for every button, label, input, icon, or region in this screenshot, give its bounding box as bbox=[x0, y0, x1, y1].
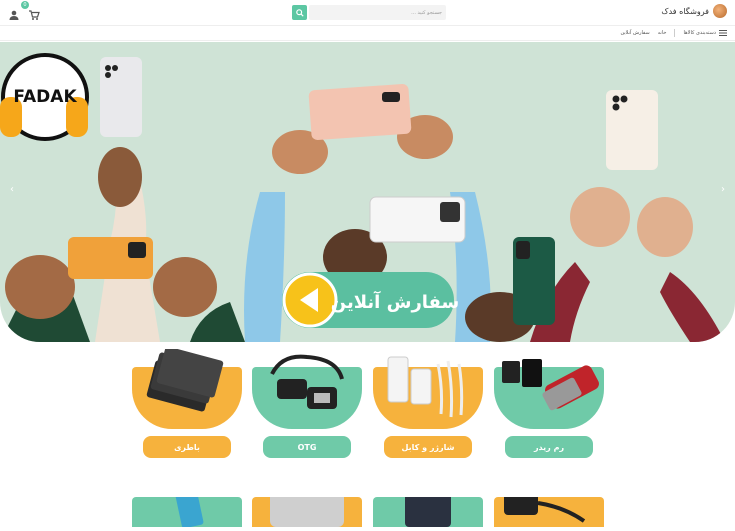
hero-banner[interactable]: FADAK سفارش آنلاین ‹ › bbox=[0, 42, 735, 342]
categories-menu[interactable]: دسته‌بندی کالاها bbox=[683, 30, 727, 36]
store-logo-icon bbox=[713, 4, 727, 18]
category-label-charger-cable[interactable]: شارژر و کابل bbox=[384, 436, 472, 458]
categories-label: دسته‌بندی کالاها bbox=[683, 30, 716, 36]
ram-reader-image bbox=[502, 359, 599, 411]
menu-icon bbox=[719, 30, 727, 36]
nav-online-order-link[interactable]: سفارش آنلاین bbox=[620, 30, 649, 36]
category-card-ram-reader[interactable] bbox=[494, 349, 604, 429]
row2-product-image bbox=[504, 491, 586, 523]
cart-button[interactable] bbox=[28, 6, 40, 20]
category-card-otg[interactable] bbox=[252, 349, 362, 429]
category-card-row2-4[interactable] bbox=[132, 475, 242, 529]
user-icon bbox=[9, 10, 19, 20]
banner-illustration: FADAK سفارش آنلاین bbox=[0, 53, 725, 342]
category-label-otg[interactable]: OTG bbox=[263, 436, 351, 458]
banner-prev-icon[interactable]: ‹ bbox=[10, 184, 14, 195]
battery-image bbox=[146, 349, 224, 412]
cart-icon bbox=[29, 10, 40, 20]
search-input[interactable] bbox=[309, 5, 446, 20]
banner-next-icon[interactable]: › bbox=[721, 184, 725, 195]
category-card-battery[interactable] bbox=[132, 349, 242, 429]
category-label-battery[interactable]: باطری bbox=[143, 436, 231, 458]
top-header: فروشگاه فدک 0 bbox=[0, 0, 735, 26]
cart-count-badge: 0 bbox=[21, 1, 29, 9]
category-label-ram-reader[interactable]: رم ریدر bbox=[505, 436, 593, 458]
row2-product-image bbox=[405, 483, 451, 527]
category-card-row2-1[interactable] bbox=[494, 491, 604, 527]
main-nav: دسته‌بندی کالاها خانه سفارش آنلاین bbox=[0, 26, 735, 41]
search-button[interactable] bbox=[292, 5, 307, 20]
row2-product-image bbox=[172, 475, 204, 529]
search-icon bbox=[295, 8, 304, 17]
nav-divider bbox=[674, 29, 676, 37]
nav-home-link[interactable]: خانه bbox=[658, 30, 667, 36]
otg-image bbox=[270, 354, 344, 409]
user-account-button[interactable] bbox=[8, 6, 20, 20]
category-card-charger-cable[interactable] bbox=[373, 349, 483, 429]
banner-logo-text: FADAK bbox=[13, 87, 77, 107]
search-bar bbox=[292, 5, 446, 20]
row2-product-image bbox=[270, 485, 344, 527]
store-name: فروشگاه فدک bbox=[661, 6, 709, 16]
store-brand[interactable]: فروشگاه فدک bbox=[661, 4, 727, 18]
category-card-row2-2[interactable] bbox=[373, 483, 483, 527]
category-card-row2-3[interactable] bbox=[252, 485, 362, 527]
charger-cable-image bbox=[387, 356, 464, 418]
banner-cta-text: سفارش آنلاین bbox=[331, 290, 459, 313]
